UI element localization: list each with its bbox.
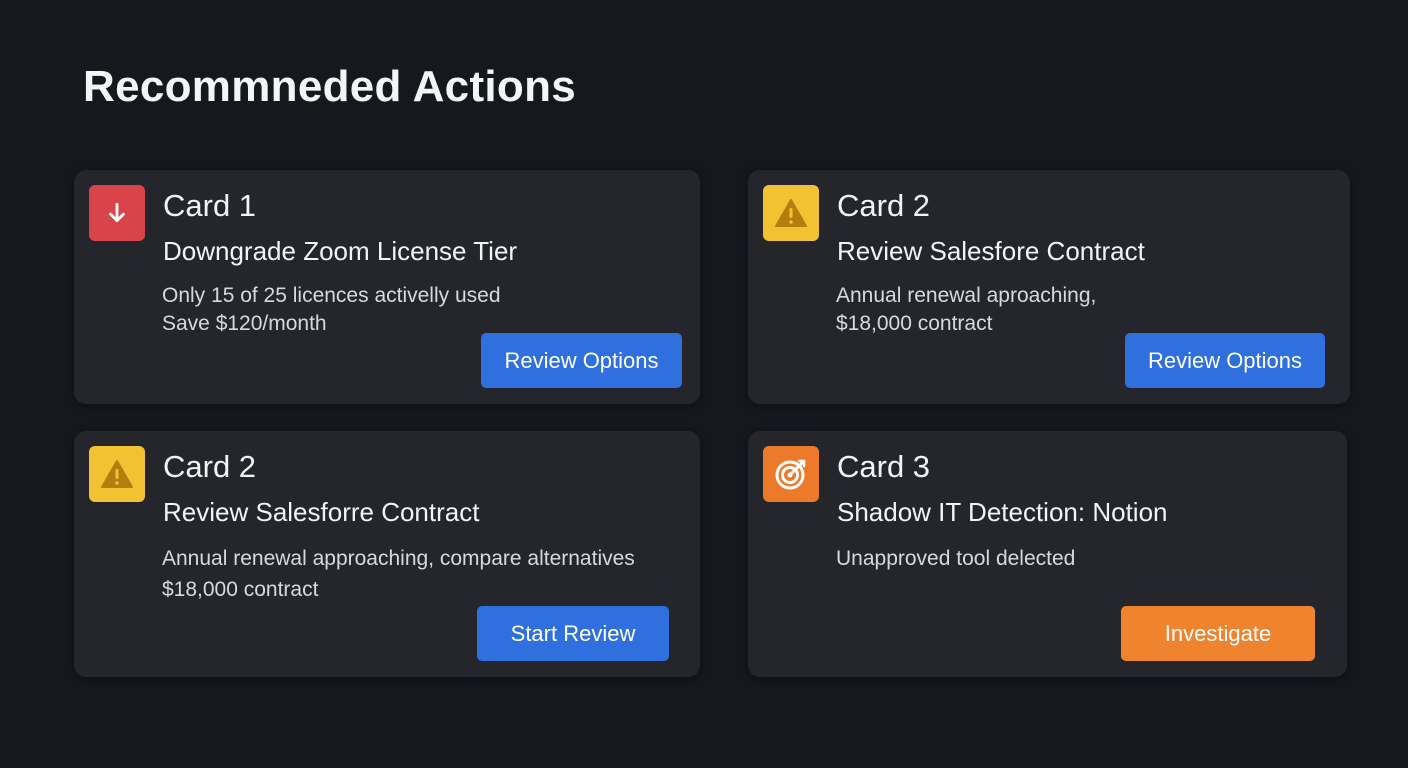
card-description-line: Annual renewal approaching, compare alte…: [162, 547, 635, 570]
action-card-shadow-it: Card 3 Shadow IT Detection: Notion Unapp…: [748, 431, 1347, 677]
card-label: Card 2: [163, 449, 257, 484]
review-options-button[interactable]: Review Options: [1125, 333, 1325, 388]
card-description: Only 15 of 25 licences activelly used Sa…: [162, 282, 501, 338]
start-review-button[interactable]: Start Review: [477, 606, 669, 661]
page-title: Recommneded Actions: [83, 62, 577, 111]
card-label: Card 1: [163, 188, 257, 223]
target-icon: [763, 446, 819, 502]
action-card-zoom: Card 1 Downgrade Zoom License Tier Only …: [74, 170, 700, 404]
action-card-salesforce: Card 2 Review Salesfore Contract Annual …: [748, 170, 1350, 404]
card-description-line: Annual renewal aproaching,: [836, 284, 1097, 307]
card-description: Annual renewal aproaching, $18,000 contr…: [836, 282, 1096, 338]
card-label: Card 2: [837, 188, 931, 223]
card-title: Review Salesfore Contract: [837, 236, 1145, 266]
card-title: Review Salesforre Contract: [163, 497, 480, 527]
investigate-button[interactable]: Investigate: [1121, 606, 1315, 661]
card-description: Unapproved tool delected: [836, 543, 1075, 574]
card-description-line: $18,000 contract: [836, 312, 993, 335]
card-description-line: $18,000 contract: [162, 578, 319, 601]
card-title: Downgrade Zoom License Tier: [163, 236, 518, 266]
card-label: Card 3: [837, 449, 931, 484]
action-card-salesforce-review: Card 2 Review Salesforre Contract Annual…: [74, 431, 700, 677]
review-options-button[interactable]: Review Options: [481, 333, 682, 388]
recommended-actions-page: Recommneded Actions Card 1 Downgrade Zoo…: [0, 0, 1408, 768]
warning-icon: [763, 185, 819, 241]
card-title: Shadow IT Detection: Notion: [837, 497, 1168, 527]
warning-icon: [89, 446, 145, 502]
arrow-down-icon: [89, 185, 145, 241]
card-description-line: Unapproved tool delected: [836, 547, 1076, 570]
card-description: Annual renewal approaching, compare alte…: [162, 543, 635, 605]
card-description-line: Only 15 of 25 licences activelly used: [162, 284, 501, 307]
card-description-line: Save $120/month: [162, 312, 327, 335]
